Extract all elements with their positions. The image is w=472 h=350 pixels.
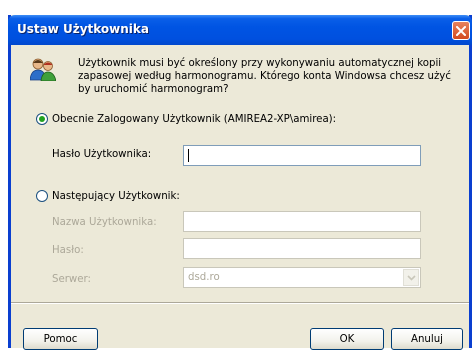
dialog-window: Ustaw Użytkownika Użytkownik musi być ok… xyxy=(8,15,472,350)
radio-current-user[interactable]: Obecnie Zalogowany Użytkownik (AMIREA2-X… xyxy=(36,113,336,125)
specific-password-input[interactable] xyxy=(183,238,421,259)
radio-button-checked[interactable] xyxy=(36,113,48,125)
password-label: Hasło Użytkownika: xyxy=(52,149,152,160)
cancel-button[interactable]: Anuluj xyxy=(391,328,463,350)
users-icon xyxy=(30,58,56,81)
server-select[interactable]: dsd.ro xyxy=(183,267,421,288)
dropdown-button[interactable] xyxy=(403,269,419,286)
password-input[interactable] xyxy=(183,145,421,166)
radio-button-unchecked[interactable] xyxy=(36,190,48,202)
ok-button[interactable]: OK xyxy=(310,328,384,350)
radio-current-user-label: Obecnie Zalogowany Użytkownik (AMIREA2-X… xyxy=(52,113,337,125)
radio-specific-user-label: Następujący Użytkownik: xyxy=(52,190,180,202)
chevron-down-icon xyxy=(406,274,416,281)
username-label: Nazwa Użytkownika: xyxy=(52,217,157,228)
close-button[interactable] xyxy=(452,21,470,40)
text-caret xyxy=(188,149,189,162)
title-bar[interactable]: Ustaw Użytkownika xyxy=(8,15,472,45)
server-value: dsd.ro xyxy=(188,272,220,283)
close-icon xyxy=(456,25,466,36)
window-title: Ustaw Użytkownika xyxy=(17,22,149,36)
username-input[interactable] xyxy=(183,211,421,232)
specific-password-label: Hasło: xyxy=(52,245,84,256)
dialog-content: Użytkownik musi być określony przy wykon… xyxy=(11,45,469,350)
radio-specific-user[interactable]: Następujący Użytkownik: xyxy=(36,190,180,202)
info-text: Użytkownik musi być określony przy wykon… xyxy=(78,58,451,95)
separator xyxy=(11,302,469,304)
server-label: Serwer: xyxy=(52,274,91,285)
help-button[interactable]: Pomoc xyxy=(23,328,98,350)
